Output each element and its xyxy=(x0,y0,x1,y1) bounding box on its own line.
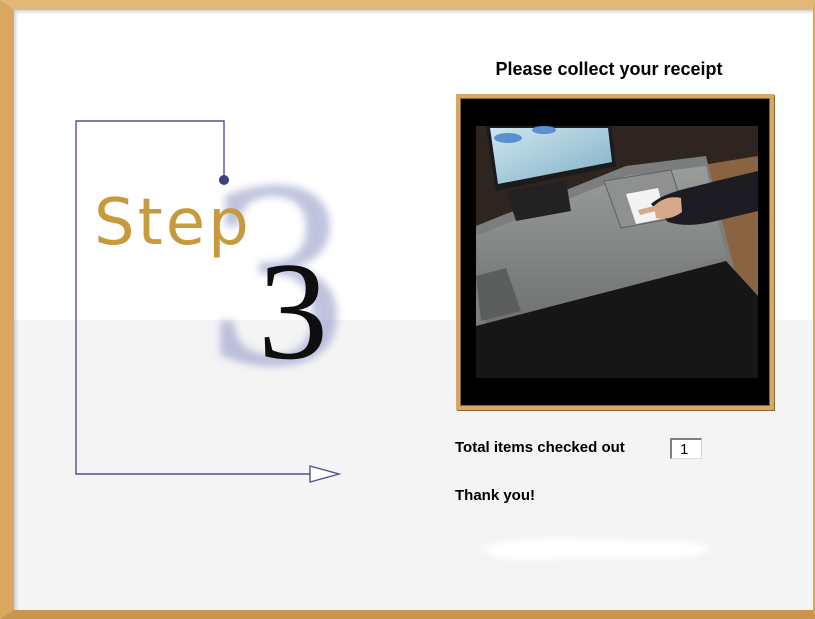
total-items-count: 1 xyxy=(670,438,702,459)
step-label: Step xyxy=(94,186,252,260)
kiosk-screen: 3 Step 3 Please collect your receipt Tot… xyxy=(14,10,813,610)
receipt-printer-photo xyxy=(476,126,758,378)
arrow-right-icon xyxy=(309,465,342,483)
receipt-illustration xyxy=(456,94,774,410)
thank-you-message: Thank you! xyxy=(455,487,536,504)
redacted-smudge xyxy=(481,538,709,560)
step-number: 3 xyxy=(258,234,328,389)
instruction-title: Please collect your receipt xyxy=(495,59,723,79)
total-items-label: Total items checked out xyxy=(455,439,625,456)
